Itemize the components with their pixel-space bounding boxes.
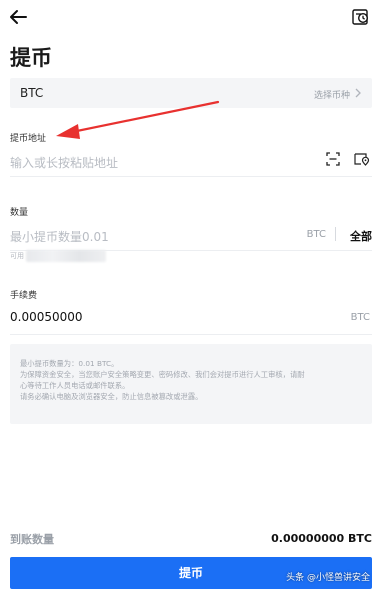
notice-line: 心等待工作人员电话或邮件联系。 — [20, 381, 130, 390]
notice-line: 为保障资金安全，当您账户安全策略变更、密码修改、我们会对提币进行人工审核，请耐 — [20, 370, 305, 379]
coin-select-hint: 选择币种 — [313, 91, 350, 101]
amount-divider — [335, 227, 336, 241]
notice-line: 最小提币数量为：0.01 BTC。 — [20, 359, 119, 368]
notice-line: 请务必确认电脑及浏览器安全，防止信息被篡改或泄露。 — [20, 392, 203, 401]
coin-value: BTC — [20, 86, 44, 100]
fee-field: 0.00050000 BTC — [10, 306, 372, 335]
top-bar — [0, 0, 378, 34]
notice-box: 最小提币数量为：0.01 BTC。 为保障资金安全，当您账户安全策略变更、密码修… — [10, 344, 372, 424]
amount-field[interactable]: 最小提币数量0.01 BTC 全部 — [10, 222, 372, 251]
back-arrow-icon[interactable] — [6, 6, 30, 28]
fee-label: 手续费 — [10, 291, 38, 301]
amount-label: 数量 — [10, 208, 29, 218]
fee-value: 0.00050000 — [10, 310, 83, 324]
address-label: 提币地址 — [10, 134, 47, 144]
all-button[interactable]: 全部 — [350, 228, 372, 244]
watermark: 头条 @小怪兽讲安全 — [286, 573, 370, 583]
receive-amount-value: 0.00000000 BTC — [271, 532, 372, 545]
available-balance-redacted — [26, 250, 106, 262]
scan-icon[interactable] — [326, 152, 340, 166]
chevron-right-icon — [355, 88, 361, 98]
receive-amount-label: 到账数量 — [10, 533, 54, 546]
address-book-icon[interactable] — [354, 152, 370, 166]
coin-select[interactable]: BTC 选择币种 — [10, 78, 372, 108]
address-placeholder: 输入或长按粘贴地址 — [10, 156, 119, 170]
page-title: 提币 — [10, 46, 52, 70]
available-label: 可用 — [10, 252, 24, 260]
history-icon[interactable] — [350, 6, 372, 28]
amount-placeholder: 最小提币数量0.01 — [10, 230, 109, 244]
amount-unit: BTC — [306, 229, 326, 240]
address-field[interactable]: 输入或长按粘贴地址 — [10, 148, 372, 177]
fee-unit: BTC — [350, 312, 370, 323]
